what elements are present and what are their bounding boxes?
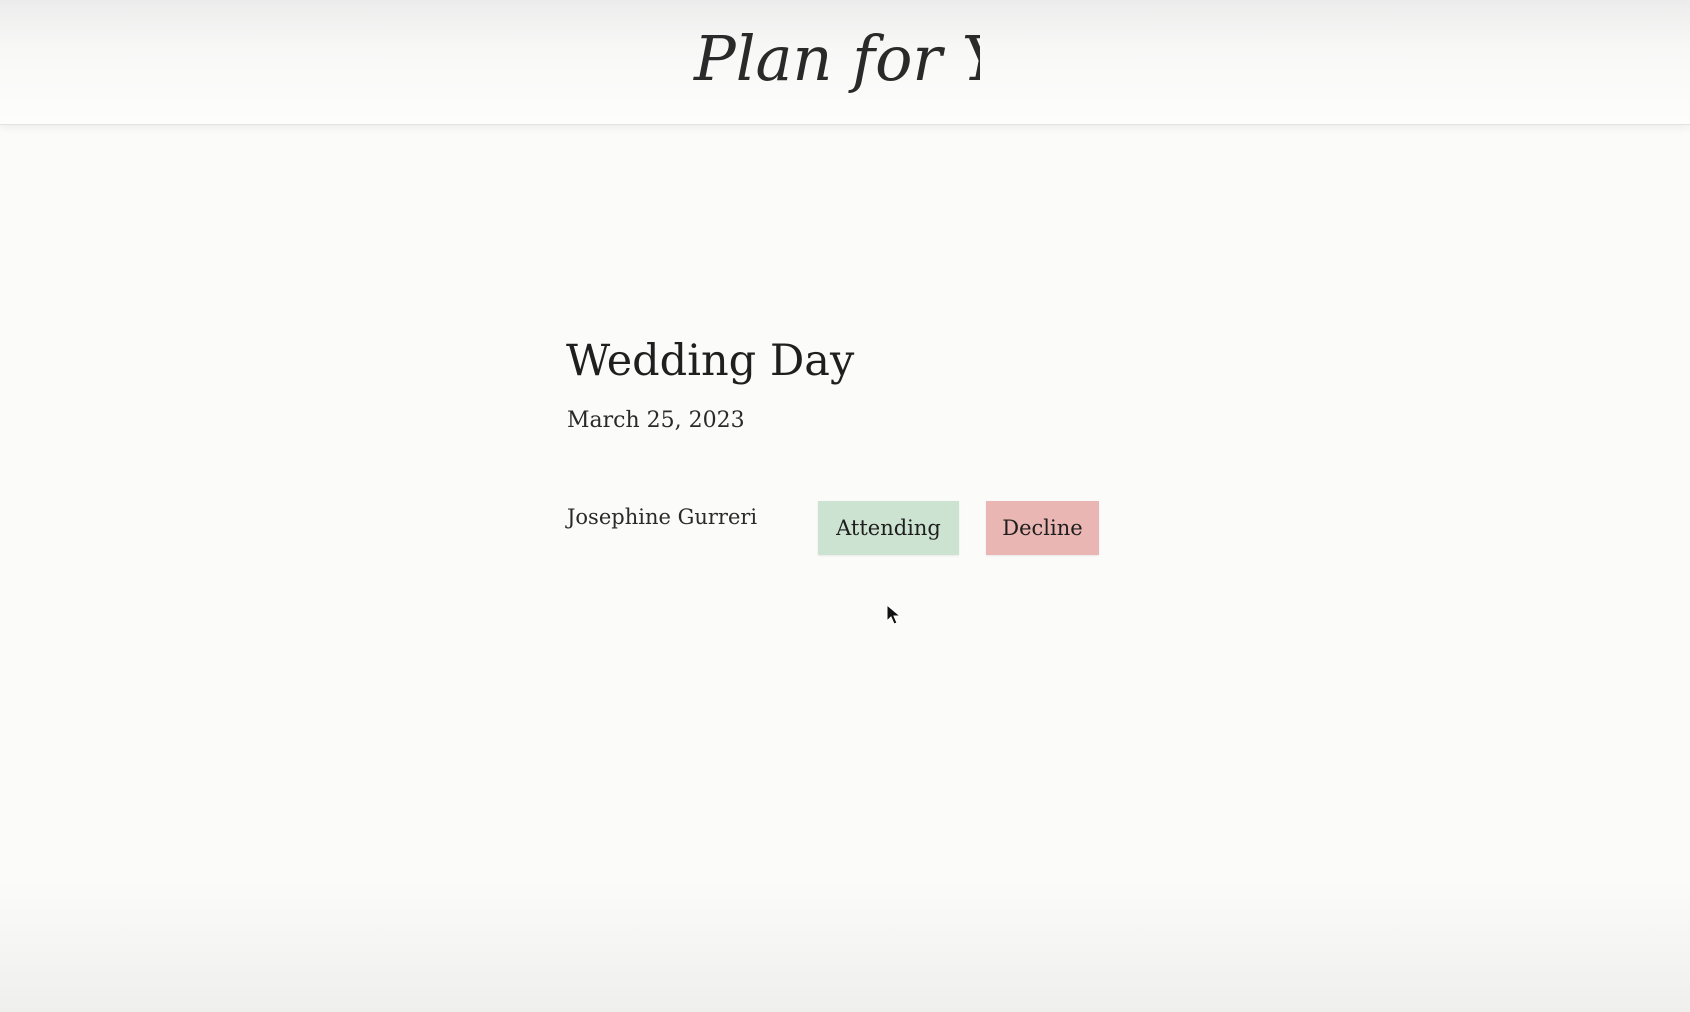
attending-button[interactable]: Attending <box>818 501 959 555</box>
footer-fade <box>0 882 1690 1012</box>
site-header: Plan for You <box>0 0 1690 125</box>
logo-text: Plan for You <box>693 22 980 95</box>
mouse-pointer-icon <box>886 604 902 625</box>
decline-button[interactable]: Decline <box>986 501 1099 555</box>
rsvp-page: Plan for You Wedding Day March 25, 2023 … <box>0 0 1690 1012</box>
event-title: Wedding Day <box>566 336 855 386</box>
site-logo[interactable]: Plan for You <box>690 18 980 114</box>
guest-name: Josephine Gurreri <box>567 505 758 529</box>
event-date: March 25, 2023 <box>567 408 745 433</box>
